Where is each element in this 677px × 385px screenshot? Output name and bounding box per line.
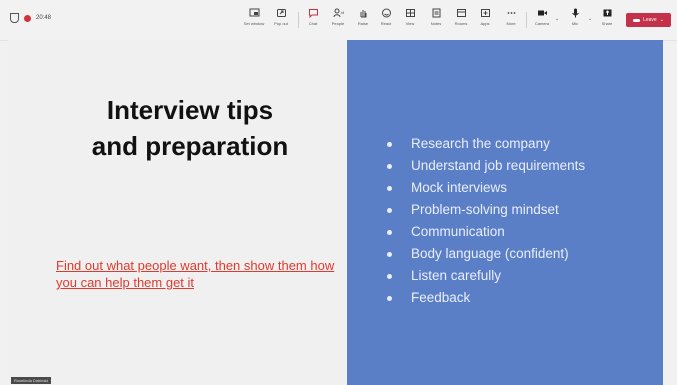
- set-window-button[interactable]: Set window: [241, 8, 267, 34]
- list-item: Research the company: [387, 133, 585, 155]
- rooms-icon: [456, 8, 467, 18]
- pop-out-label: Pop out: [274, 21, 288, 26]
- raise-hand-icon: [358, 8, 369, 18]
- list-item: Feedback: [387, 287, 585, 309]
- toolbar-divider: [298, 12, 299, 28]
- notes-label: Notes: [430, 21, 442, 26]
- meeting-timer: 20:48: [36, 15, 52, 21]
- chat-icon: [308, 8, 319, 18]
- camera-icon: [537, 8, 548, 18]
- apps-label: Apps: [480, 21, 490, 26]
- chevron-down-icon[interactable]: ⌄: [588, 16, 592, 22]
- mic-button[interactable]: Mic: [562, 8, 588, 34]
- pop-out-button[interactable]: Pop out: [268, 8, 294, 34]
- meeting-status: 20:48: [10, 13, 51, 23]
- slide-title-line-1: Interview tips: [106, 95, 274, 125]
- chevron-down-icon[interactable]: ⌄: [555, 16, 559, 22]
- share-icon: [602, 8, 613, 18]
- slide-quote-link[interactable]: Find out what people want, then show the…: [56, 257, 336, 291]
- people-button[interactable]: 48 People: [325, 8, 351, 34]
- view-label: View: [405, 21, 415, 26]
- people-icon: 48: [333, 8, 344, 18]
- window-icon: [249, 8, 260, 18]
- list-item: Communication: [387, 221, 585, 243]
- camera-button[interactable]: Camera: [529, 8, 555, 34]
- react-label: React: [380, 21, 392, 26]
- bullet-list: Research the company Understand job requ…: [387, 133, 585, 309]
- raise-hand-label: Raise: [357, 21, 369, 26]
- notes-button[interactable]: Notes: [423, 8, 449, 34]
- mic-icon: [570, 8, 581, 18]
- people-label: People: [331, 21, 345, 26]
- phone-icon: [633, 18, 641, 22]
- rooms-label: Rooms: [454, 21, 468, 26]
- participant-name-tag: Roselinda Dubinski: [11, 377, 52, 384]
- notes-icon: [431, 8, 442, 18]
- shield-icon: [10, 13, 19, 23]
- leave-button[interactable]: Leave ⌄: [626, 13, 671, 27]
- slide-title-line-2: and preparation: [91, 131, 289, 161]
- leave-label: Leave: [643, 17, 657, 23]
- more-label: More: [506, 21, 516, 26]
- list-item: Problem-solving mindset: [387, 199, 585, 221]
- camera-label: Camera: [534, 21, 550, 26]
- react-button[interactable]: React: [373, 8, 399, 34]
- share-label: Share: [601, 21, 613, 26]
- chevron-down-icon: ⌄: [659, 17, 664, 23]
- list-item: Understand job requirements: [387, 155, 585, 177]
- set-window-label: Set window: [243, 21, 265, 26]
- list-item: Body language (confident): [387, 243, 585, 265]
- share-button[interactable]: Share: [594, 8, 620, 34]
- rooms-button[interactable]: Rooms: [448, 8, 474, 34]
- slide-title: Interview tips and preparation: [0, 92, 380, 164]
- chat-label: Chat: [308, 21, 318, 26]
- toolbar-divider: [526, 12, 527, 28]
- apps-button[interactable]: Apps: [472, 8, 498, 34]
- svg-text:48: 48: [340, 10, 344, 15]
- recording-icon: [24, 14, 31, 22]
- view-button[interactable]: View: [397, 8, 423, 34]
- view-icon: [405, 8, 416, 18]
- popout-icon: [276, 8, 287, 18]
- list-item: Listen carefully: [387, 265, 585, 287]
- meeting-toolbar: 20:48 Set window Pop out Chat 48 People …: [0, 0, 677, 41]
- mic-label: Mic: [571, 21, 579, 26]
- more-icon: [506, 8, 517, 18]
- chat-button[interactable]: Chat: [300, 8, 326, 34]
- slide-right-panel: Research the company Understand job requ…: [347, 40, 663, 385]
- apps-icon: [480, 8, 491, 18]
- list-item: Mock interviews: [387, 177, 585, 199]
- react-icon: [381, 8, 392, 18]
- more-button[interactable]: More: [498, 8, 524, 34]
